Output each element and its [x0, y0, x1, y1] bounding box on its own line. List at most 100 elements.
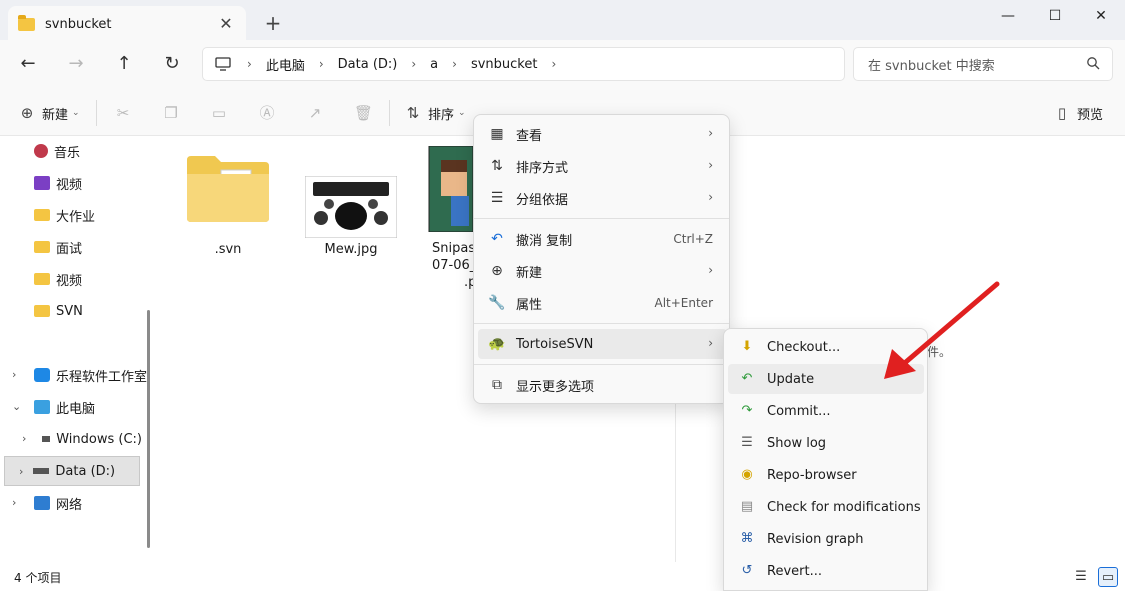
revert-icon: ↺ [741, 563, 753, 578]
close-tab-button[interactable]: ✕ [216, 14, 236, 34]
chevron-right-icon[interactable]: › [12, 368, 16, 381]
share-button[interactable]: ↗ [306, 100, 330, 126]
menu-divider [474, 218, 729, 219]
menu-item-group-by[interactable]: ☰ 分组依据 › [478, 183, 727, 213]
menu-item-label: 查看 [516, 128, 543, 144]
chevron-right-icon[interactable]: › [22, 432, 26, 445]
back-button[interactable]: ← [16, 52, 40, 76]
navigation-bar: ← → ↑ ↻ › 此电脑 › Data (D:) › a › svnbucke… [0, 40, 1125, 88]
breadcrumb-svnbucket[interactable]: svnbucket [471, 57, 538, 72]
breadcrumb-this-pc[interactable]: 此电脑 [266, 55, 305, 74]
folder-icon [34, 273, 50, 285]
new-tab-button[interactable]: + [262, 12, 284, 34]
chevron-right-icon: › [551, 57, 557, 71]
sidebar-item-interview[interactable]: 面试 [34, 232, 170, 262]
tiles-view-button[interactable]: ▭ [1098, 567, 1118, 587]
item-count: 4 个项目 [14, 571, 62, 585]
up-button[interactable]: ↑ [112, 52, 136, 76]
sidebar-item-windows-c[interactable]: Windows (C:) [42, 424, 142, 454]
annotation-arrow [884, 281, 1000, 379]
sidebar-item-data-d[interactable]: › Data (D:) [4, 456, 140, 486]
minimize-button[interactable]: — [985, 0, 1031, 32]
menu-item-show-more-options[interactable]: ⧉ 显示更多选项 [478, 370, 727, 400]
svn-repo-browser-item[interactable]: ◉ Repo-browser [728, 460, 924, 490]
svn-commit-item[interactable]: ↷ Commit... [728, 396, 924, 426]
close-window-button[interactable]: ✕ [1078, 0, 1124, 32]
new-label: 新建 [42, 107, 69, 123]
tab-svnbucket[interactable]: svnbucket ✕ [8, 6, 246, 42]
file-item-mew-jpg[interactable]: Mew.jpg [302, 175, 400, 257]
menu-item-label: 分组依据 [516, 192, 569, 208]
sidebar-item-music[interactable]: 音乐 📌 [34, 136, 204, 166]
menu-item-sort-by[interactable]: ⇅ 排序方式 › [478, 151, 727, 181]
commit-icon: ↷ [741, 403, 753, 418]
rename-icon: Ⓐ [259, 104, 275, 122]
delete-button[interactable]: 🗑 [354, 100, 378, 126]
copy-button[interactable]: ❐ [162, 100, 186, 126]
svn-revert-item[interactable]: ↺ Revert... [728, 556, 924, 586]
search-input[interactable]: 在 svnbucket 中搜索 [853, 47, 1113, 81]
rename-button[interactable]: Ⓐ [258, 100, 282, 126]
breadcrumb-data-d[interactable]: Data (D:) [338, 57, 398, 72]
network-icon [34, 496, 50, 510]
menu-item-properties[interactable]: 🔧 属性 Alt+Enter [478, 288, 727, 318]
sidebar-item-label: 此电脑 [56, 401, 96, 417]
chevron-right-icon: › [708, 126, 713, 140]
chevron-right-icon: › [708, 263, 713, 277]
preview-pane-icon: ▯ [1057, 104, 1067, 122]
shortcut-label: Alt+Enter [654, 296, 713, 310]
sidebar-item-videos[interactable]: 视频 📌 [34, 168, 204, 198]
sidebar-scrollbar[interactable] [147, 310, 150, 548]
chevron-down-icon[interactable]: ⌄ [12, 400, 21, 413]
menu-item-undo-copy[interactable]: ↶ 撤消 复制 Ctrl+Z [478, 224, 727, 254]
svn-check-modifications-item[interactable]: ▤ Check for modifications [728, 492, 924, 522]
update-icon: ↶ [741, 371, 753, 386]
search-icon [1087, 57, 1100, 70]
address-bar[interactable]: › 此电脑 › Data (D:) › a › svnbucket › [202, 47, 845, 81]
group-icon: ☰ [490, 190, 504, 206]
file-item-svn-folder[interactable]: .svn [182, 152, 274, 257]
svn-show-log-item[interactable]: ☰ Show log [728, 428, 924, 458]
large-icon-view-icon: ▭ [1101, 570, 1115, 585]
breadcrumb-a[interactable]: a [430, 57, 438, 72]
file-name: .svn [214, 242, 242, 257]
undo-icon: ↶ [491, 231, 503, 247]
clipboard-icon: ▭ [211, 104, 227, 122]
preview-button[interactable]: ▯ 预览 [1053, 100, 1103, 126]
sidebar-item-label: 大作业 [56, 209, 96, 225]
cut-button[interactable]: ✂ [114, 100, 138, 126]
menu-item-view[interactable]: ▦ 查看 › [478, 119, 727, 149]
sidebar-item-label: Windows (C:) [56, 431, 142, 447]
menu-item-label: Repo-browser [767, 467, 857, 483]
menu-divider [474, 364, 729, 365]
new-button[interactable]: ⊕ 新建 ⌄ [18, 100, 80, 126]
sidebar-item-label: 网络 [56, 497, 83, 513]
trash-icon: 🗑 [354, 104, 374, 122]
sort-button[interactable]: ⇅ 排序 ⌄ [404, 100, 466, 126]
menu-item-tortoisesvn[interactable]: 🐢 TortoiseSVN › [478, 329, 727, 359]
forward-button[interactable]: → [64, 52, 88, 76]
file-item-snipaste[interactable]: Snipast 07-06_1 .p [424, 146, 474, 291]
paste-button[interactable]: ▭ [210, 100, 234, 126]
refresh-button[interactable]: ↻ [160, 52, 184, 76]
sidebar-item-video-folder[interactable]: 视频 [34, 264, 170, 294]
chevron-right-icon: › [708, 336, 713, 350]
chevron-right-icon: › [411, 57, 417, 71]
tortoise-icon: 🐢 [488, 336, 506, 352]
chevron-right-icon[interactable]: › [12, 496, 16, 509]
details-view-button[interactable]: ☰ [1071, 567, 1091, 587]
chevron-right-icon: › [452, 57, 457, 71]
sidebar-item-studio[interactable]: 乐程软件工作室 [34, 360, 149, 390]
menu-item-new[interactable]: ⊕ 新建 › [478, 256, 727, 286]
sidebar-item-label: Data (D:) [55, 463, 116, 479]
sort-icon: ⇅ [491, 158, 503, 174]
sidebar-item-homework[interactable]: 大作业 [34, 200, 170, 230]
folder-icon [34, 241, 50, 253]
maximize-button[interactable]: ☐ [1032, 0, 1078, 32]
cloud-icon [34, 368, 50, 382]
svn-revision-graph-item[interactable]: ⌘ Revision graph [728, 524, 924, 554]
chevron-right-icon: › [318, 57, 324, 71]
folder-icon [187, 156, 269, 222]
chevron-right-icon[interactable]: › [19, 465, 23, 478]
divider [96, 100, 97, 126]
